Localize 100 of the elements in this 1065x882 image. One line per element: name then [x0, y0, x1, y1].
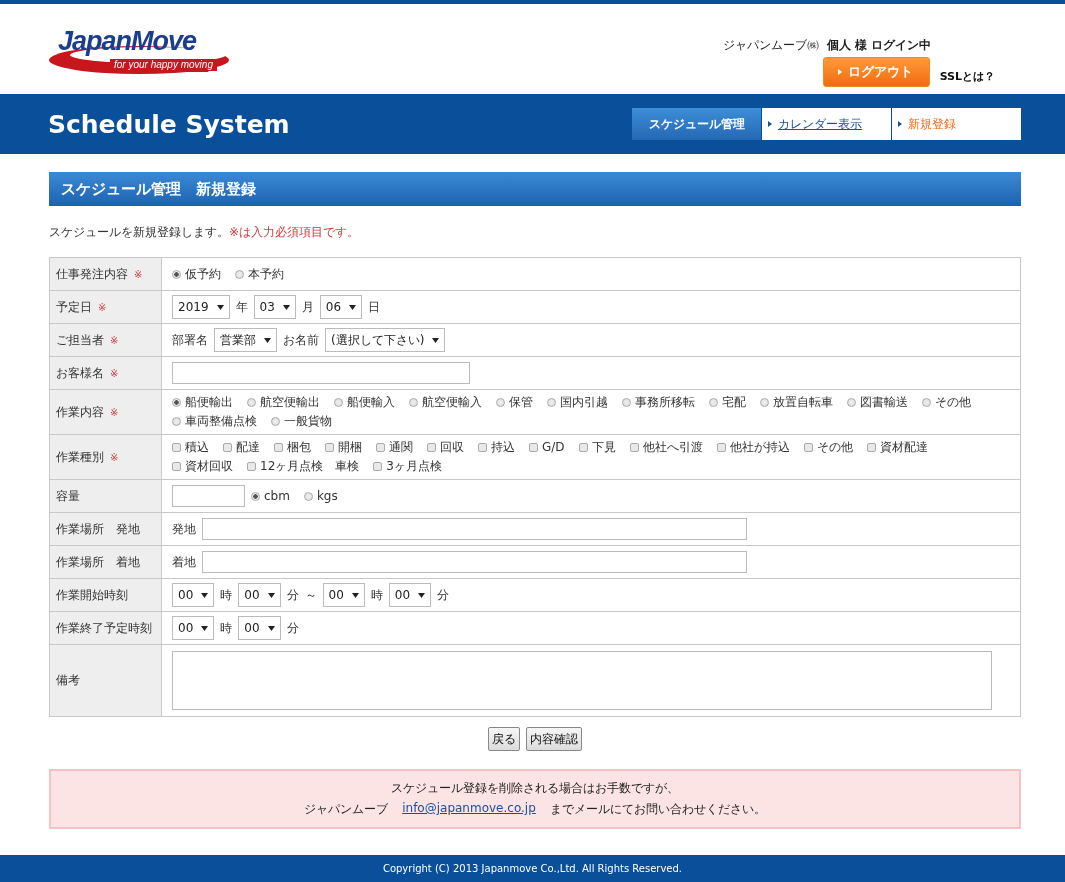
checkbox[interactable] — [373, 462, 383, 471]
checkbox[interactable] — [427, 443, 436, 452]
input-field[interactable] — [202, 518, 747, 540]
radio-button[interactable] — [622, 398, 631, 407]
label-text: 作業開始時刻 — [56, 586, 128, 604]
checkbox[interactable] — [274, 443, 283, 452]
checkbox[interactable] — [223, 443, 232, 452]
radio-option[interactable]: 保管 — [496, 394, 533, 411]
caret-icon — [264, 337, 271, 343]
radio-option[interactable]: 船便輸入 — [334, 394, 395, 411]
checkbox-option[interactable]: 他社が持込 — [716, 439, 790, 456]
radio-button[interactable] — [496, 398, 505, 407]
radio-option[interactable]: 航空便輸出 — [247, 394, 320, 411]
dropdown[interactable]: 00 — [238, 616, 281, 640]
radio-button[interactable] — [334, 398, 343, 407]
radio-option[interactable]: 船便輸出 — [172, 394, 233, 411]
checkbox-option[interactable]: 3ヶ月点検 — [373, 458, 442, 475]
checkbox[interactable] — [172, 443, 181, 452]
dropdown[interactable]: 00 — [172, 583, 215, 607]
radio-option[interactable]: 仮予約 — [172, 265, 221, 283]
checkbox[interactable] — [578, 443, 588, 452]
checkbox[interactable] — [376, 443, 385, 452]
checkbox-option[interactable]: 持込 — [478, 439, 515, 456]
radio-button[interactable] — [922, 398, 931, 407]
input-field[interactable] — [202, 551, 747, 573]
dropdown[interactable]: 03 — [253, 295, 296, 319]
radio-button[interactable] — [409, 398, 418, 407]
remarks-field[interactable] — [172, 651, 992, 710]
form-button[interactable]: 内容確認 — [526, 727, 582, 751]
checkbox-option[interactable]: 12ヶ月点検 車検 — [247, 458, 360, 475]
radio-button[interactable] — [547, 398, 556, 407]
checkbox-option[interactable]: 下見 — [578, 439, 616, 456]
radio-button[interactable] — [709, 398, 718, 407]
checkbox-option[interactable]: 積込 — [172, 439, 209, 456]
radio-option[interactable]: 事務所移転 — [622, 394, 695, 411]
checkbox-option[interactable]: 資材回収 — [172, 458, 233, 475]
label-text: お客様名 — [56, 364, 104, 382]
radio-option[interactable]: その他 — [922, 394, 971, 411]
dropdown[interactable]: 営業部 — [214, 328, 277, 352]
input-field[interactable] — [172, 485, 245, 507]
radio-option[interactable]: 宅配 — [709, 394, 746, 411]
triangle-icon — [768, 121, 772, 127]
radio-option[interactable]: cbm — [251, 487, 290, 505]
required-mark: ※ — [110, 406, 119, 418]
dropdown[interactable]: 00 — [238, 583, 281, 607]
checkbox-option[interactable]: 配達 — [223, 439, 260, 456]
radio-option[interactable]: 車両整備点検 — [172, 413, 257, 430]
checkbox-option[interactable]: G/D — [529, 439, 565, 456]
dropdown[interactable]: 00 — [388, 583, 432, 607]
checkbox-option[interactable]: 開梱 — [325, 439, 362, 456]
radio-option[interactable]: 本予約 — [235, 265, 284, 283]
dropdown[interactable]: 06 — [319, 295, 363, 319]
radio-button[interactable] — [172, 269, 181, 279]
copyright-footer: Copyright (C) 2013 Japanmove Co.,Ltd. All Rights Reserved. — [0, 855, 1065, 882]
radio-button[interactable] — [303, 491, 313, 501]
checkbox-option[interactable]: 梱包 — [274, 439, 311, 456]
radio-button[interactable] — [247, 398, 256, 407]
checkbox-option[interactable]: 資材配達 — [866, 439, 928, 456]
dropdown[interactable]: 00 — [322, 583, 365, 607]
radio-option[interactable]: 一般貨物 — [271, 413, 332, 430]
dropdown[interactable]: (選択して下さい) — [325, 328, 446, 352]
radio-button[interactable] — [172, 417, 181, 426]
radio-option[interactable]: 航空便輸入 — [409, 394, 482, 411]
radio-option[interactable]: 国内引越 — [547, 394, 608, 411]
label-text: 作業終了予定時刻 — [56, 619, 152, 637]
checkbox[interactable] — [172, 462, 181, 471]
field-label: 時 — [370, 586, 383, 604]
radio-option[interactable]: kgs — [303, 487, 338, 505]
field-label: 部署名 — [172, 331, 208, 349]
radio-button[interactable] — [235, 269, 244, 279]
checkbox-option[interactable]: 回収 — [427, 439, 464, 456]
checkbox[interactable] — [325, 443, 334, 452]
email-link[interactable]: info@japanmove.co.jp — [402, 801, 536, 818]
checkbox-option[interactable]: 通関 — [376, 439, 413, 456]
checkbox[interactable] — [866, 443, 876, 452]
radio-option[interactable]: 放置自転車 — [760, 394, 833, 411]
radio-button[interactable] — [760, 398, 769, 407]
dropdown[interactable]: 00 — [172, 616, 215, 640]
nav-tab[interactable]: スケジュール管理 — [632, 108, 761, 140]
field-label: お名前 — [283, 331, 319, 349]
radio-button[interactable] — [172, 398, 181, 407]
dropdown[interactable]: 2019 — [172, 295, 230, 319]
form-button[interactable]: 戻る — [488, 727, 520, 751]
radio-button[interactable] — [271, 417, 280, 426]
radio-option[interactable]: 図書輸送 — [847, 394, 908, 411]
ssl-link[interactable]: SSLとは？ — [939, 69, 995, 84]
checkbox[interactable] — [629, 443, 639, 452]
checkbox[interactable] — [716, 443, 726, 452]
nav-tab[interactable]: カレンダー表示 — [762, 108, 891, 140]
checkbox[interactable] — [529, 443, 538, 452]
checkbox[interactable] — [247, 462, 256, 471]
radio-button[interactable] — [251, 491, 260, 501]
field-label: 分 — [437, 586, 450, 604]
caret-icon — [349, 304, 357, 310]
checkbox-option[interactable]: その他 — [803, 439, 853, 456]
checkbox[interactable] — [803, 443, 813, 452]
checkbox-option[interactable]: 他社へ引渡 — [629, 439, 703, 456]
checkbox[interactable] — [478, 443, 487, 452]
input-field[interactable] — [172, 362, 470, 384]
radio-button[interactable] — [847, 398, 856, 407]
